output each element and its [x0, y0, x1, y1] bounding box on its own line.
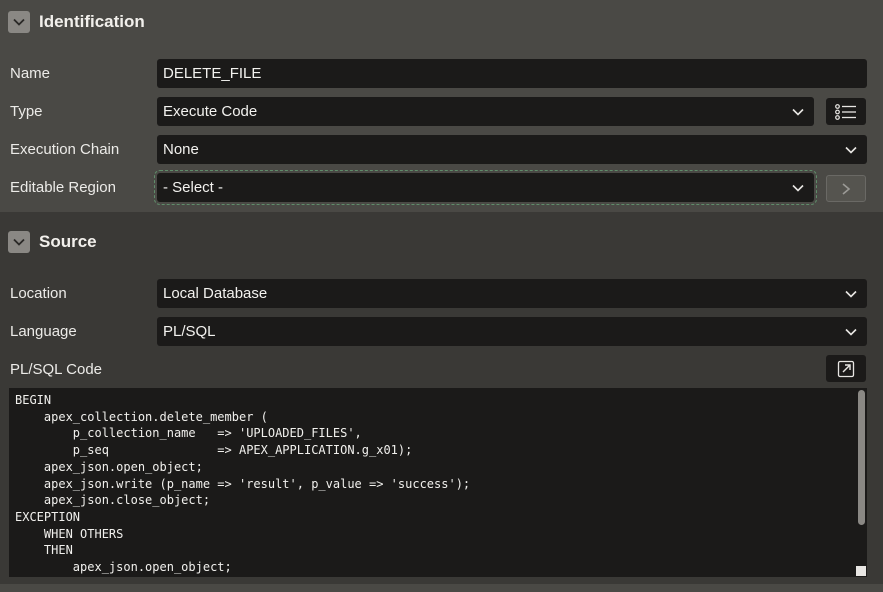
- execution-chain-value: None: [163, 141, 199, 158]
- name-label: Name: [10, 65, 51, 82]
- scrollbar-thumb[interactable]: [858, 390, 865, 525]
- code-line: apex_json.write (p_name => 'result', p_v…: [15, 476, 471, 491]
- chevron-down-icon: [835, 287, 867, 301]
- type-label: Type: [10, 103, 43, 120]
- chevron-down-icon: [835, 325, 867, 339]
- language-select[interactable]: PL/SQL: [157, 317, 867, 346]
- editable-region-select[interactable]: - Select -: [154, 170, 817, 205]
- identification-header[interactable]: Identification: [0, 11, 883, 33]
- code-line: p_seq => APEX_APPLICATION.g_x01);: [15, 443, 413, 458]
- code-line: apex_json.close_object;: [15, 493, 211, 508]
- chevron-down-icon[interactable]: [8, 11, 30, 33]
- go-to-region-button[interactable]: [826, 175, 866, 202]
- code-line: WHEN OTHERS: [15, 526, 124, 541]
- list-icon: [835, 103, 856, 120]
- code-line: EXCEPTION: [15, 509, 81, 524]
- chevron-down-icon: [835, 143, 867, 157]
- bottom-divider: [0, 584, 883, 592]
- name-value: DELETE_FILE: [163, 65, 262, 82]
- scrollbar[interactable]: [855, 388, 867, 577]
- name-field[interactable]: DELETE_FILE: [157, 59, 867, 88]
- type-value: Execute Code: [163, 103, 258, 120]
- chevron-down-icon: [782, 105, 814, 119]
- source-header[interactable]: Source: [0, 231, 883, 253]
- chevron-right-icon: [842, 182, 851, 195]
- expand-icon: [837, 360, 855, 377]
- location-label: Location: [10, 285, 67, 302]
- type-select[interactable]: Execute Code: [157, 97, 814, 126]
- chevron-down-icon[interactable]: [8, 231, 30, 253]
- code-line: p_collection_name => 'UPLOADED_FILES',: [15, 426, 362, 441]
- section-title: Source: [39, 232, 97, 251]
- location-value: Local Database: [163, 285, 268, 302]
- code-line: apex_collection.delete_member (: [15, 409, 268, 424]
- language-label: Language: [10, 323, 77, 340]
- execution-chain-select[interactable]: None: [157, 135, 867, 164]
- code-editor[interactable]: BEGIN apex_collection.delete_member ( p_…: [9, 388, 867, 577]
- code-line: apex_json.open_object;: [15, 459, 203, 474]
- location-select[interactable]: Local Database: [157, 279, 867, 308]
- code-line: THEN: [15, 543, 73, 558]
- editable-region-label: Editable Region: [10, 179, 116, 196]
- editable-region-value: - Select -: [163, 179, 224, 196]
- execution-chain-label: Execution Chain: [10, 141, 120, 158]
- chevron-down-icon: [782, 181, 814, 195]
- code-line: apex_json.open_object;: [15, 560, 232, 574]
- resize-handle[interactable]: [856, 566, 866, 576]
- section-title: Identification: [39, 12, 145, 31]
- list-button[interactable]: [826, 98, 866, 125]
- code-line: BEGIN: [15, 393, 52, 407]
- plsql-code-label: PL/SQL Code: [10, 361, 102, 378]
- language-value: PL/SQL: [163, 323, 216, 340]
- expand-editor-button[interactable]: [826, 355, 866, 382]
